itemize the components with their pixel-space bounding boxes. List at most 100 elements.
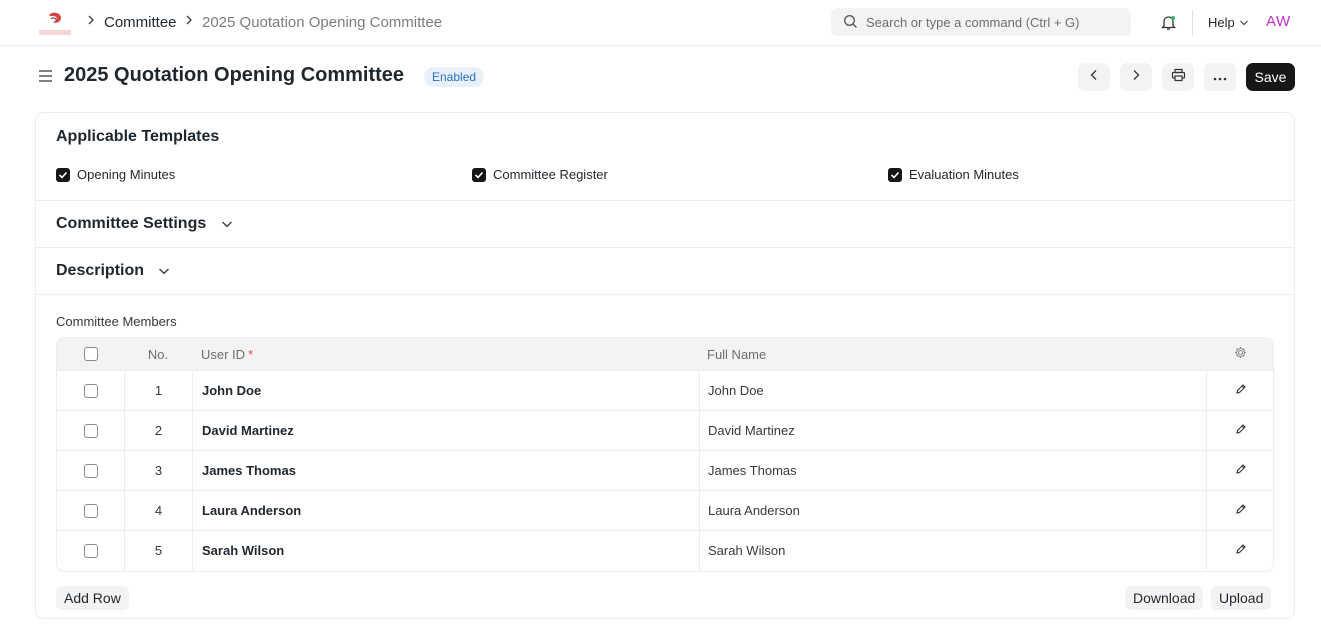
- previous-record-button[interactable]: [1078, 63, 1110, 91]
- row-user-id[interactable]: Laura Anderson: [192, 491, 699, 530]
- checkbox-opening-minutes[interactable]: Opening Minutes: [56, 167, 175, 182]
- chevron-right-icon: [87, 14, 95, 29]
- row-check-cell: [57, 451, 124, 490]
- section-committee-settings[interactable]: Committee Settings: [56, 215, 233, 233]
- chevron-down-icon: [1239, 15, 1249, 30]
- row-check-cell: [57, 411, 124, 450]
- avatar[interactable]: AW: [1266, 13, 1291, 30]
- row-checkbox[interactable]: [83, 383, 98, 398]
- printer-icon: [1171, 68, 1186, 87]
- print-button[interactable]: [1162, 63, 1194, 91]
- row-edit-cell: [1206, 531, 1273, 570]
- edit-pencil-icon[interactable]: [1235, 543, 1247, 558]
- row-number: 3: [124, 451, 192, 490]
- column-settings-cell: [1206, 338, 1273, 370]
- table-row[interactable]: 4 Laura Anderson Laura Anderson: [57, 490, 1273, 530]
- row-full-name[interactable]: David Martinez: [699, 411, 1206, 450]
- chevron-down-icon: [158, 262, 170, 280]
- header-user-id: User ID *: [192, 338, 699, 370]
- navbar-divider: [1192, 10, 1193, 36]
- upload-button[interactable]: Upload: [1211, 586, 1272, 610]
- row-user-id[interactable]: Sarah Wilson: [192, 531, 699, 570]
- section-title-text: Description: [56, 262, 145, 280]
- select-all-checkbox[interactable]: [83, 347, 98, 361]
- settings-gear-icon[interactable]: [1234, 346, 1247, 362]
- add-row-button[interactable]: Add Row: [56, 586, 129, 610]
- chevron-down-icon: [221, 215, 233, 233]
- table-header-row: No. User ID * Full Name: [57, 338, 1273, 370]
- row-edit-cell: [1206, 451, 1273, 490]
- row-check-cell: [57, 371, 124, 410]
- chevron-right-icon: [185, 14, 193, 29]
- checkbox-label: Evaluation Minutes: [909, 167, 1019, 182]
- row-checkbox[interactable]: [83, 503, 98, 518]
- section-divider: [36, 247, 1294, 248]
- row-check-cell: [57, 531, 124, 570]
- section-title-text: Committee Settings: [56, 215, 207, 233]
- row-edit-cell: [1206, 491, 1273, 530]
- edit-pencil-icon[interactable]: [1235, 383, 1247, 398]
- download-button[interactable]: Download: [1125, 586, 1204, 610]
- table-row[interactable]: 3 James Thomas James Thomas: [57, 450, 1273, 490]
- checkbox-label: Committee Register: [493, 167, 608, 182]
- row-number: 5: [124, 531, 192, 570]
- row-checkbox[interactable]: [83, 543, 98, 558]
- select-all-cell: [57, 338, 124, 370]
- save-button[interactable]: Save: [1246, 63, 1295, 91]
- checkbox-label: Opening Minutes: [77, 167, 176, 182]
- section-divider: [36, 294, 1294, 295]
- edit-pencil-icon[interactable]: [1235, 463, 1247, 478]
- help-dropdown[interactable]: Help: [1208, 15, 1249, 30]
- row-user-id[interactable]: David Martinez: [192, 411, 699, 450]
- notification-bell-icon[interactable]: [1160, 14, 1177, 36]
- more-actions-button[interactable]: [1204, 63, 1236, 91]
- checkbox-checked-icon[interactable]: [888, 167, 902, 182]
- row-number: 4: [124, 491, 192, 530]
- row-edit-cell: [1206, 411, 1273, 450]
- row-check-cell: [57, 491, 124, 530]
- row-edit-cell: [1206, 371, 1273, 410]
- table-row[interactable]: 5 Sarah Wilson Sarah Wilson: [57, 530, 1273, 570]
- search-icon: [843, 14, 858, 34]
- table-row[interactable]: 2 David Martinez David Martinez: [57, 410, 1273, 450]
- search-input[interactable]: [866, 8, 1126, 36]
- committee-members-label: Committee Members: [56, 314, 177, 329]
- row-number: 1: [124, 371, 192, 410]
- row-full-name[interactable]: James Thomas: [699, 451, 1206, 490]
- checkbox-committee-register[interactable]: Committee Register: [472, 167, 608, 182]
- chevron-left-icon: [1089, 68, 1099, 86]
- header-full-name: Full Name: [707, 346, 767, 362]
- sidebar-toggle-icon[interactable]: [38, 69, 53, 88]
- status-badge: Enabled: [424, 67, 485, 87]
- checkbox-checked-icon[interactable]: [56, 167, 70, 182]
- next-record-button[interactable]: [1120, 63, 1152, 91]
- form-card: Applicable Templates Opening Minutes Com…: [35, 112, 1295, 619]
- row-checkbox[interactable]: [83, 463, 98, 478]
- row-full-name[interactable]: Sarah Wilson: [699, 531, 1206, 570]
- header-no: No.: [147, 346, 169, 362]
- section-description[interactable]: Description: [56, 262, 170, 280]
- table-row[interactable]: 1 John Doe John Doe: [57, 370, 1273, 410]
- more-dots-icon: [1213, 68, 1227, 86]
- breadcrumb-committee[interactable]: Committee: [104, 14, 177, 31]
- row-full-name[interactable]: Laura Anderson: [699, 491, 1206, 530]
- row-checkbox[interactable]: [83, 423, 98, 438]
- row-user-id[interactable]: James Thomas: [192, 451, 699, 490]
- edit-pencil-icon[interactable]: [1235, 423, 1247, 438]
- search-bar[interactable]: [831, 8, 1131, 36]
- breadcrumb-current[interactable]: 2025 Quotation Opening Committee: [202, 14, 442, 31]
- edit-pencil-icon[interactable]: [1235, 503, 1247, 518]
- section-divider: [36, 200, 1294, 201]
- header-user-id-label: User ID: [201, 346, 246, 362]
- section-applicable-templates: Applicable Templates: [56, 128, 220, 145]
- row-user-id[interactable]: John Doe: [192, 371, 699, 410]
- checkbox-checked-icon[interactable]: [472, 167, 486, 182]
- navbar: Committee 2025 Quotation Opening Committ…: [0, 0, 1321, 46]
- chevron-right-icon: [1131, 68, 1141, 86]
- members-table: No. User ID * Full Name 1 John Doe John …: [56, 337, 1274, 572]
- help-label: Help: [1208, 15, 1235, 30]
- app-logo[interactable]: [37, 10, 73, 38]
- row-number: 2: [124, 411, 192, 450]
- checkbox-evaluation-minutes[interactable]: Evaluation Minutes: [888, 167, 1019, 182]
- row-full-name[interactable]: John Doe: [699, 371, 1206, 410]
